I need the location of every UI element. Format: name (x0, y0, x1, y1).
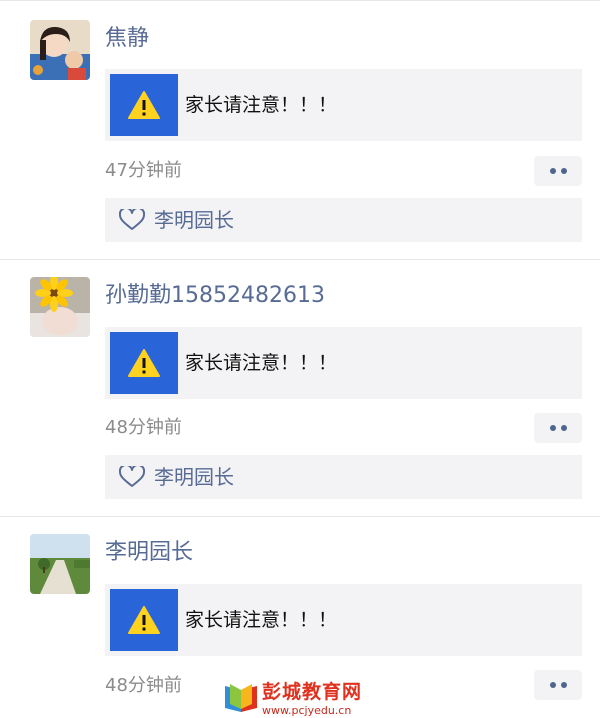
link-thumbnail (110, 332, 178, 394)
post-author-name[interactable]: 焦静 (105, 24, 149, 54)
avatar[interactable] (30, 277, 90, 337)
dot (549, 682, 556, 688)
top-divider (0, 0, 600, 1)
link-thumbnail (110, 589, 178, 651)
heart-icon (119, 466, 145, 487)
dot (549, 168, 556, 174)
more-dots-icon[interactable] (534, 670, 582, 700)
liker-name[interactable]: 李明园长 (154, 205, 234, 235)
link-title: 家长请注意！！！ (185, 94, 338, 116)
dot (549, 425, 556, 431)
likes-bar: 李明园长 (105, 198, 582, 242)
post-time: 47分钟前 (105, 160, 182, 181)
book-logo-icon (225, 684, 257, 712)
warning-icon (128, 349, 160, 377)
dot (560, 425, 567, 431)
dot (560, 168, 567, 174)
avatar[interactable] (30, 534, 90, 594)
heart-icon (119, 209, 145, 230)
shared-link-card[interactable]: 家长请注意！！！ (105, 327, 582, 399)
more-dots-icon[interactable] (534, 413, 582, 443)
site-watermark: 彭城教育网 www.pcjyedu.cn (222, 681, 382, 718)
warning-icon (128, 91, 160, 119)
post-author-name[interactable]: 孙勤勤15852482613 (105, 281, 325, 311)
avatar[interactable] (30, 20, 90, 80)
link-thumbnail (110, 74, 178, 136)
more-dots-icon[interactable] (534, 156, 582, 186)
post-author-name[interactable]: 李明园长 (105, 538, 193, 568)
shared-link-card[interactable]: 家长请注意！！！ (105, 584, 582, 656)
post-divider (0, 259, 600, 260)
watermark-title: 彭城教育网 (262, 681, 363, 703)
watermark-url: www.pcjyedu.cn (262, 704, 352, 717)
liker-name[interactable]: 李明园长 (154, 462, 234, 492)
warning-icon (128, 606, 160, 634)
shared-link-card[interactable]: 家长请注意！！！ (105, 69, 582, 141)
post-divider (0, 516, 600, 517)
link-title: 家长请注意！！！ (185, 352, 338, 374)
post-time: 48分钟前 (105, 417, 182, 438)
post-time: 48分钟前 (105, 675, 182, 696)
link-title: 家长请注意！！！ (185, 609, 338, 631)
likes-bar: 李明园长 (105, 455, 582, 499)
dot (560, 682, 567, 688)
